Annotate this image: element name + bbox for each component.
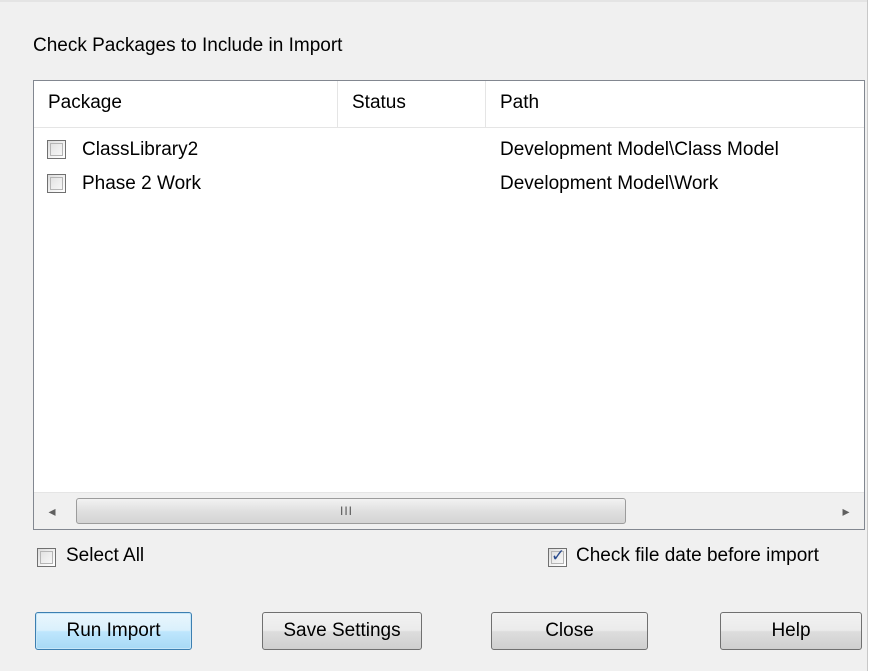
help-button[interactable]: Help [720,612,862,650]
grip-icon: III [340,504,354,518]
select-all-checkbox[interactable] [37,548,56,567]
row-checkbox[interactable] [47,140,66,159]
list-item[interactable]: Phase 2 Work Development Model\Work [34,167,864,201]
chevron-left-icon[interactable]: ◂ [34,493,70,529]
row-checkbox[interactable] [47,174,66,193]
save-settings-button[interactable]: Save Settings [262,612,422,650]
chevron-right-icon[interactable]: ▸ [828,493,864,529]
package-name: ClassLibrary2 [82,139,199,160]
checkmark-icon: ✓ [551,546,566,565]
list-item[interactable]: ClassLibrary2 Development Model\Class Mo… [34,133,864,167]
select-all-label[interactable]: Select All [66,545,144,567]
import-packages-dialog: Check Packages to Include in Import Pack… [0,0,877,671]
run-import-button[interactable]: Run Import [35,612,192,650]
right-edge [867,0,877,671]
checkbox-inner [40,551,53,564]
top-edge [0,0,877,2]
package-name: Phase 2 Work [82,173,201,194]
package-list[interactable]: Package Status Path ClassLibrary2 Develo… [33,80,865,530]
package-path: Development Model\Class Model [500,139,779,160]
check-file-date-checkbox[interactable]: ✓ [548,546,567,567]
scrollbar-thumb[interactable]: III [76,498,626,524]
column-header-package[interactable]: Package [34,81,338,127]
package-path: Development Model\Work [500,173,719,194]
check-file-date-label[interactable]: Check file date before import [576,545,819,567]
close-button[interactable]: Close [491,612,648,650]
column-header-status[interactable]: Status [338,81,486,127]
horizontal-scrollbar[interactable]: ◂ III ▸ [34,492,864,529]
checkbox-inner [50,177,63,190]
checkbox-inner [50,143,63,156]
column-header-path[interactable]: Path [486,81,864,127]
dialog-heading: Check Packages to Include in Import [33,35,343,56]
list-header: Package Status Path [34,81,864,128]
